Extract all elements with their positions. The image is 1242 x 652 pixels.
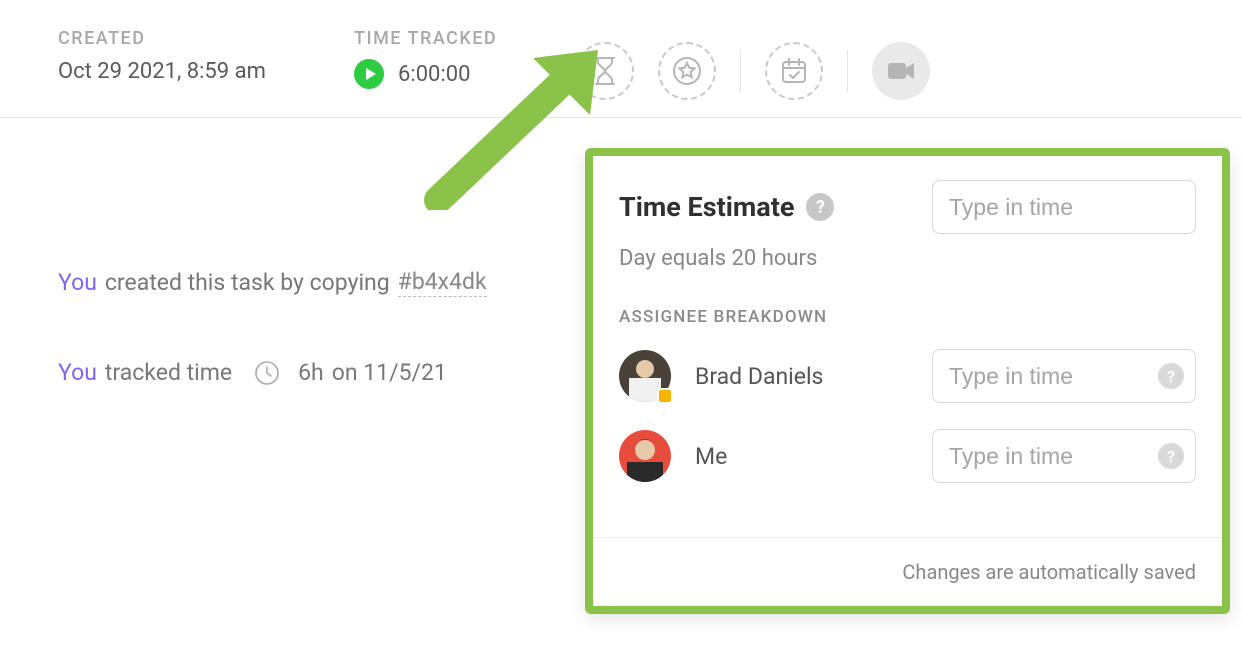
- star-icon: [671, 55, 703, 87]
- help-icon[interactable]: ?: [1158, 363, 1184, 389]
- status-badge: [657, 388, 673, 404]
- time-estimate-popover: Time Estimate ? Day equals 20 hours ASSI…: [585, 148, 1230, 614]
- clock-icon: [254, 360, 280, 386]
- avatar: [619, 430, 671, 482]
- assignee-name: Me: [695, 443, 727, 470]
- camera-icon: [886, 60, 916, 82]
- time-estimate-button[interactable]: [576, 42, 634, 100]
- assignee-row: Me ?: [619, 429, 1196, 483]
- copied-from-link[interactable]: #b4x4dk: [398, 268, 487, 297]
- icon-strip: [576, 42, 930, 100]
- tracked-duration: 6h: [298, 359, 324, 386]
- time-tracked-label: TIME TRACKED: [354, 28, 497, 49]
- time-estimate-input[interactable]: [932, 180, 1196, 234]
- play-button[interactable]: [354, 59, 384, 89]
- assignee-name: Brad Daniels: [695, 363, 823, 390]
- popover-footer: Changes are automatically saved: [593, 537, 1222, 606]
- day-equals-note: Day equals 20 hours: [619, 246, 1196, 271]
- sprint-points-button[interactable]: [658, 42, 716, 100]
- date-button[interactable]: [765, 42, 823, 100]
- time-tracked-block: TIME TRACKED 6:00:00: [354, 28, 497, 89]
- activity-text: created this task by copying: [105, 269, 390, 296]
- tracked-on: on 11/5/21: [332, 359, 447, 386]
- activity-user: You: [58, 359, 97, 386]
- assignee-time-input[interactable]: [932, 349, 1196, 403]
- help-icon[interactable]: ?: [806, 193, 834, 221]
- created-label: CREATED: [58, 28, 354, 49]
- avatar: [619, 350, 671, 402]
- created-block: CREATED Oct 29 2021, 8:59 am: [58, 28, 354, 84]
- divider: [740, 50, 741, 92]
- created-value: Oct 29 2021, 8:59 am: [58, 59, 354, 84]
- video-button[interactable]: [872, 42, 930, 100]
- time-tracked-value: 6:00:00: [398, 62, 470, 87]
- activity-user: You: [58, 269, 97, 296]
- activity-text: tracked time: [105, 359, 232, 386]
- popover-title: Time Estimate: [619, 191, 794, 223]
- hourglass-icon: [592, 56, 618, 86]
- assignee-time-input[interactable]: [932, 429, 1196, 483]
- help-icon[interactable]: ?: [1158, 443, 1184, 469]
- play-icon: [366, 68, 376, 80]
- assignee-row: Brad Daniels ?: [619, 349, 1196, 403]
- date-icon: [779, 56, 809, 86]
- divider: [847, 50, 848, 92]
- assignee-breakdown-header: ASSIGNEE BREAKDOWN: [619, 307, 1196, 327]
